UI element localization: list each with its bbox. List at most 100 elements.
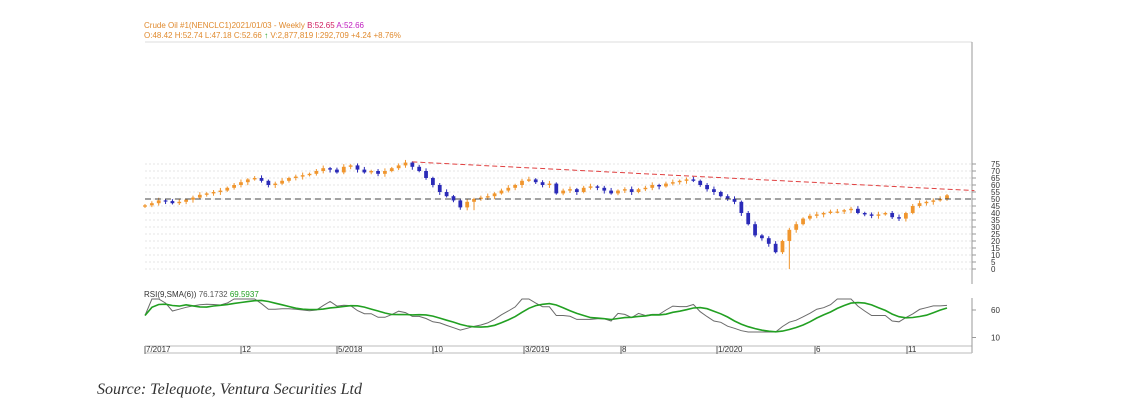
candle-up <box>204 193 209 195</box>
candle-up <box>191 197 195 200</box>
candle-up <box>143 205 147 207</box>
candle-down <box>629 189 634 192</box>
candle-down <box>766 238 771 244</box>
candle-up <box>403 162 408 166</box>
y-tick-label: 75 <box>991 160 1000 169</box>
candle-up <box>184 199 189 202</box>
candle-down <box>602 187 607 191</box>
candle-up <box>787 229 792 241</box>
candle-down <box>890 213 895 218</box>
candle-up <box>485 196 490 198</box>
rsi-label: RSI(9,SMA(6)) <box>144 290 197 299</box>
candle-up <box>520 180 524 185</box>
candle-down <box>760 235 764 239</box>
candle-up <box>876 214 881 216</box>
source-caption: Source: Telequote, Ventura Securities Lt… <box>97 381 362 398</box>
x-tick-label: 1/2020 <box>718 345 743 354</box>
candle-up <box>149 203 154 206</box>
candle-up <box>568 189 572 191</box>
candle-up <box>218 190 223 192</box>
rsi-title: RSI(9,SMA(6)) 76.1732 69.5937 <box>144 290 259 299</box>
chart-overlays <box>145 161 975 200</box>
candle-down <box>718 192 723 197</box>
candle-up <box>883 213 888 215</box>
candle-up <box>252 178 257 180</box>
price-y-axis: 051015202530354045505560657075 <box>971 42 1000 284</box>
candle-up <box>197 194 202 198</box>
candle-down <box>897 217 901 219</box>
candle-down <box>657 185 661 187</box>
candle-down <box>698 180 703 185</box>
candle-up <box>945 195 949 199</box>
candle-up <box>684 179 689 181</box>
rsi-panel: 60 10 <box>144 298 1000 353</box>
candle-up <box>280 180 284 184</box>
candle-down <box>259 178 264 181</box>
candle-up <box>561 190 566 194</box>
candle-down <box>437 185 442 192</box>
candle-up <box>849 208 853 211</box>
candle-down <box>410 162 415 167</box>
candle-up <box>307 173 312 176</box>
candle-down <box>753 224 757 236</box>
resistance-trendline <box>412 161 975 192</box>
rsi-value: 76.1732 <box>198 290 228 299</box>
candle-up <box>225 187 230 191</box>
candle-up <box>842 210 847 212</box>
candle-up <box>492 193 497 197</box>
gridlines <box>145 41 972 270</box>
candle-down <box>451 196 456 201</box>
candle-down <box>431 178 435 185</box>
candle-down <box>746 213 751 225</box>
candle-down <box>163 200 168 202</box>
x-tick-label: 3/2019 <box>525 345 550 354</box>
candle-down <box>362 169 367 173</box>
candle-up <box>177 201 182 204</box>
candle-up <box>835 211 840 213</box>
candle-down <box>574 189 579 192</box>
candle-up <box>780 241 785 253</box>
x-tick-label: 5/2018 <box>338 345 363 354</box>
candle-up <box>465 201 470 208</box>
candle-up <box>622 189 627 191</box>
candle-down <box>458 200 463 208</box>
candle-down <box>335 169 339 173</box>
candle-down <box>540 182 545 185</box>
candlesticks <box>143 159 949 269</box>
candle-down <box>869 214 874 216</box>
candle-up <box>643 187 648 190</box>
candle-up <box>808 215 812 219</box>
candle-up <box>341 166 346 173</box>
candle-up <box>348 165 353 167</box>
candle-up <box>369 171 374 173</box>
candle-up <box>287 178 291 181</box>
candle-down <box>862 213 867 215</box>
candle-up <box>814 214 819 216</box>
candle-down <box>712 189 716 192</box>
candle-up <box>924 201 929 204</box>
candle-up <box>389 168 394 171</box>
candle-up <box>910 206 915 213</box>
x-tick-label: 11 <box>908 345 917 354</box>
candle-down <box>705 185 709 190</box>
candle-up <box>828 211 833 213</box>
candle-up <box>616 190 620 194</box>
candle-up <box>300 175 305 177</box>
candle-up <box>821 213 826 215</box>
candle-down <box>417 166 422 171</box>
candle-down <box>554 183 559 194</box>
candle-up <box>383 171 387 174</box>
rsi-tick-label: 60 <box>991 306 1000 315</box>
candle-down <box>444 192 449 197</box>
x-tick-label: 7/2017 <box>146 345 171 354</box>
candle-up <box>245 179 250 183</box>
price-chart: 051015202530354045505560657075 60 10 7/20… <box>143 41 1000 354</box>
rsi-tick-label: 10 <box>991 334 1000 343</box>
x-tick-label: 12 <box>242 345 251 354</box>
candle-down <box>773 243 778 253</box>
candle-down <box>595 186 600 188</box>
candle-up <box>156 200 161 204</box>
candle-down <box>533 179 538 183</box>
candle-up <box>232 185 236 188</box>
candle-down <box>266 180 271 185</box>
